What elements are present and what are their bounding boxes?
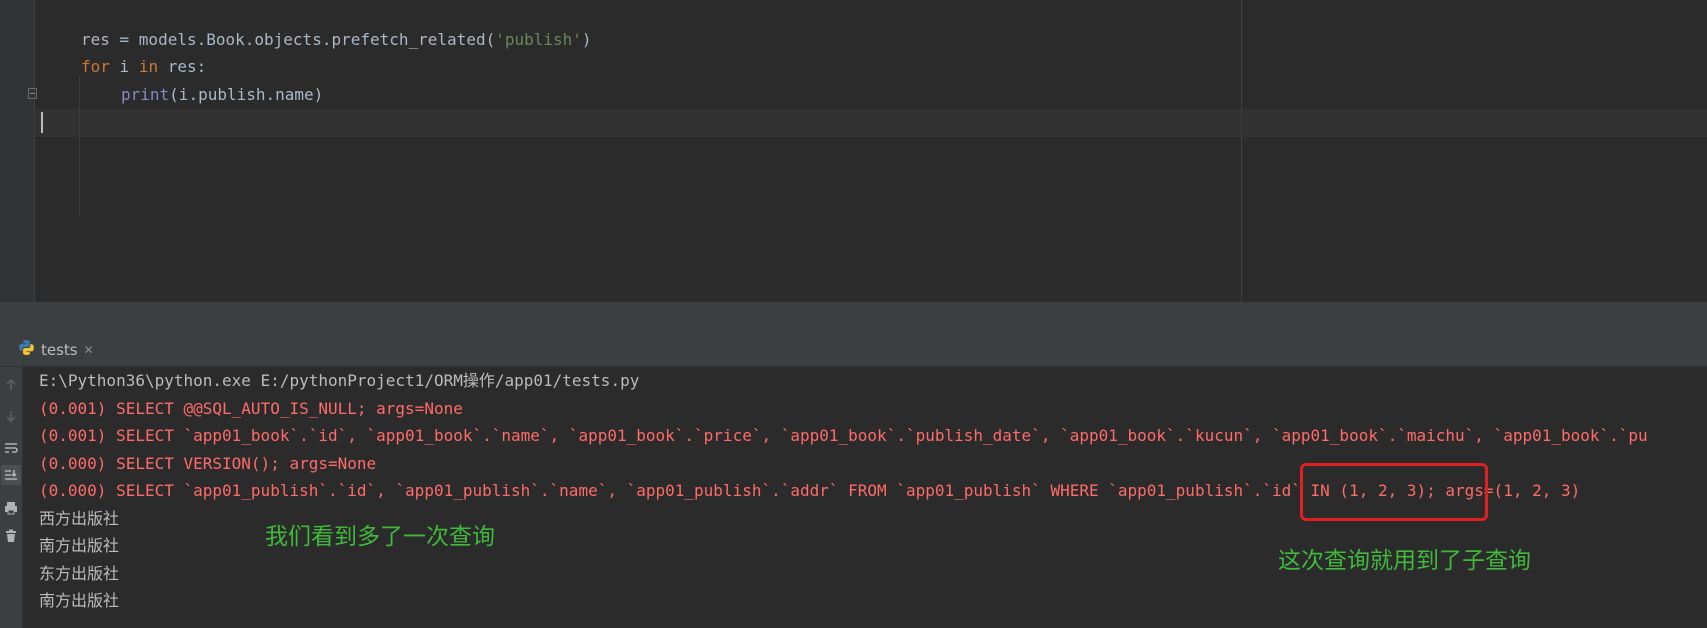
- console-toolbar: [0, 367, 23, 628]
- python-icon: [18, 339, 35, 360]
- code-line-3[interactable]: print(i.publish.name): [121, 85, 323, 105]
- code-line-2[interactable]: for i in res:: [81, 57, 206, 77]
- code-line-1[interactable]: res = models.Book.objects.prefetch_relat…: [81, 30, 592, 50]
- run-tab-bar: tests ✕: [0, 332, 1707, 367]
- tab-tests[interactable]: tests ✕: [14, 336, 98, 363]
- annotation-left: 我们看到多了一次查询: [265, 524, 495, 550]
- current-line-highlight: [35, 109, 1707, 137]
- code-editor[interactable]: res = models.Book.objects.prefetch_relat…: [0, 0, 1707, 302]
- console-output-line: 南方出版社: [39, 591, 120, 610]
- highlight-box: [1300, 463, 1488, 521]
- code-text: ): [581, 30, 592, 49]
- editor-gutter: [0, 0, 35, 302]
- panel-divider[interactable]: [0, 302, 1707, 332]
- code-keyword: in: [138, 57, 159, 76]
- close-icon[interactable]: ✕: [84, 343, 94, 357]
- console-sql-line: (0.001) SELECT `app01_book`.`id`, `app01…: [39, 426, 1648, 445]
- print-icon[interactable]: [1, 498, 21, 518]
- trash-icon[interactable]: [1, 526, 21, 546]
- tab-label: tests: [41, 340, 78, 359]
- scroll-up-icon[interactable]: [1, 375, 21, 395]
- console-command-line: E:\Python36\python.exe E:/pythonProject1…: [39, 371, 640, 390]
- scroll-down-icon[interactable]: [1, 406, 21, 426]
- soft-wrap-icon[interactable]: [1, 438, 21, 458]
- code-text: res:: [158, 57, 207, 76]
- text-caret: [41, 112, 43, 133]
- annotation-right: 这次查询就用到了子查询: [1278, 548, 1531, 574]
- console-sql-line: (0.001) SELECT @@SQL_AUTO_IS_NULL; args=…: [39, 398, 463, 418]
- code-string: 'publish': [495, 30, 582, 49]
- scroll-to-end-icon[interactable]: [1, 465, 21, 485]
- code-text: (i.publish.name): [169, 85, 324, 104]
- code-builtin: print: [121, 85, 170, 104]
- code-text: i: [109, 57, 139, 76]
- code-text: res = models.Book.objects.prefetch_relat…: [81, 30, 496, 49]
- right-margin-guide: [1241, 0, 1242, 302]
- indent-guide: [79, 76, 80, 216]
- fold-icon[interactable]: [28, 88, 37, 99]
- code-keyword: for: [81, 57, 110, 76]
